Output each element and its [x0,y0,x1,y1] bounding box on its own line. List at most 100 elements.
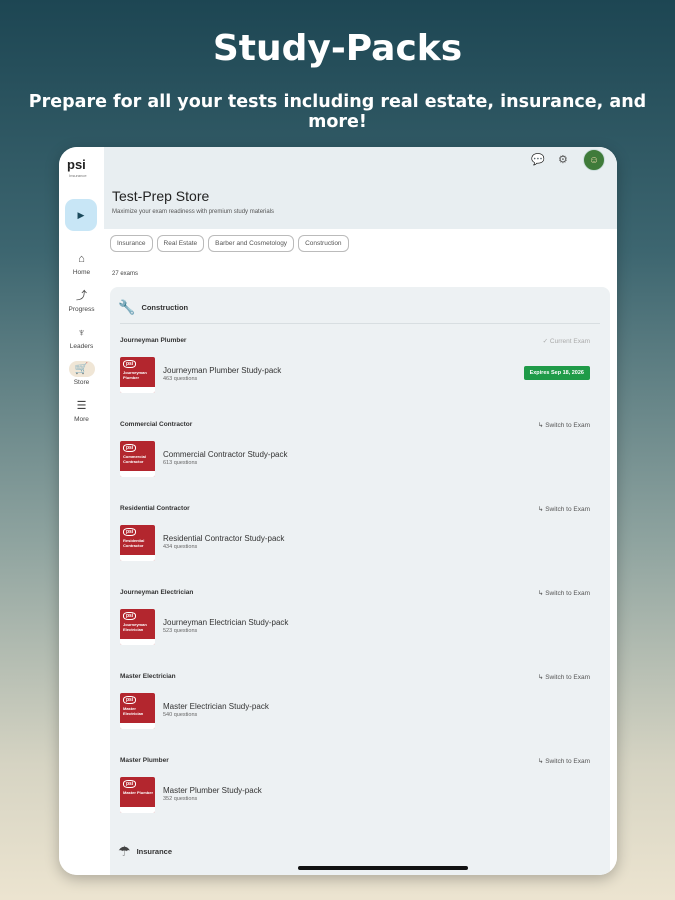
nav-progress[interactable]: ⤴ Progress [59,288,104,313]
exam-name: Master Electrician [120,673,176,680]
main-content: 💬 ⚙ ☺ Test-Prep Store Maximize your exam… [104,147,617,875]
switch-to-exam-button[interactable]: ↳ Switch to Exam [538,421,590,429]
nav-home[interactable]: ⌂ Home [59,251,104,276]
category-label: Construction [141,303,189,312]
umbrella-icon: ☂ [118,843,131,859]
switch-label: Switch to Exam [545,758,590,765]
thumb-bar [120,555,155,561]
thumb-logo: psi [123,444,137,452]
nav-store-label: Store [73,379,90,386]
exam-name: Commercial Contractor [120,421,193,428]
thumb-bar [120,387,155,393]
switch-label: Switch to Exam [545,590,590,597]
logo-subtext: Insurance [69,173,87,178]
category-construction[interactable]: 🔧 Construction [118,299,188,316]
nav-leaders[interactable]: ♆ Leaders [59,325,104,350]
current-exam-text: Current Exam [549,338,590,345]
nav-store[interactable]: 🛒 Store [59,361,104,386]
thumb-title: Commercial Contractor [123,454,146,464]
study-pack-thumbnail[interactable]: psi Journeyman Electrician [120,609,155,645]
pack-questions: 352 questions [163,796,198,802]
expiry-badge: Expires Sep 18, 2026 [523,366,590,380]
list-item: Journeyman Electrician ↳ Switch to Exam … [120,589,600,673]
study-pack-thumbnail[interactable]: psi Residential Contractor [120,525,155,561]
exam-count: 27 exams [112,271,139,277]
gear-icon[interactable]: ⚙ [558,153,568,166]
psi-logo: psi Insurance [67,157,87,178]
thumb-bar [120,639,155,645]
nav-leaders-label: Leaders [69,343,94,350]
chip-barber-cosmetology[interactable]: Barber and Cosmetology [208,235,295,252]
page-subtitle: Maximize your exam readiness with premiu… [112,209,275,215]
switch-to-exam-button[interactable]: ↳ Switch to Exam [538,673,590,681]
exam-name: Journeyman Electrician [120,589,194,596]
pack-title[interactable]: Journeyman Plumber Study-pack [163,366,281,375]
thumb-title: Journeyman Plumber [123,370,147,380]
study-pack-thumbnail[interactable]: psi Master Electrician [120,693,155,729]
thumb-title: Journeyman Electrician [123,622,147,632]
leaders-icon: ♆ [77,327,86,339]
chip-real-estate[interactable]: Real Estate [156,235,205,252]
pack-questions: 463 questions [163,376,198,382]
home-icon: ⌂ [78,253,85,265]
switch-to-exam-button[interactable]: ↳ Switch to Exam [538,505,590,513]
nav-progress-label: Progress [68,306,95,313]
thumb-bar [120,807,155,813]
list-item: Master Plumber ↳ Switch to Exam psi Mast… [120,757,600,841]
list-item: Journeyman Plumber ✓ Current Exam psi Jo… [120,337,600,421]
thumb-title: Master Plumber [123,790,154,795]
list-item: Commercial Contractor ↳ Switch to Exam p… [120,421,600,505]
pack-questions: 540 questions [163,712,198,718]
play-button[interactable]: ▶ [65,199,97,231]
chat-icon[interactable]: 💬 [531,153,545,166]
exam-name: Master Plumber [120,757,169,764]
nav-more[interactable]: ☰ More [59,398,104,423]
play-icon: ▶ [77,209,85,220]
cart-icon: 🛒 [68,361,95,377]
thumb-logo: psi [123,696,137,704]
promo-title: Study-Packs [212,28,463,69]
current-exam-label: ✓ Current Exam [542,338,590,345]
study-pack-thumbnail[interactable]: psi Journeyman Plumber [120,357,155,393]
thumb-title: Master Electrician [123,706,144,716]
home-indicator[interactable] [298,866,468,870]
list-item: Residential Contractor ↳ Switch to Exam … [120,505,600,589]
switch-label: Switch to Exam [545,674,590,681]
nav-home-label: Home [72,269,91,276]
list-item: Master Electrician ↳ Switch to Exam psi … [120,673,600,757]
chip-construction[interactable]: Construction [298,235,349,252]
study-pack-thumbnail[interactable]: psi Master Plumber [120,777,155,813]
chip-insurance[interactable]: Insurance [110,235,153,252]
store-header: 💬 ⚙ ☺ Test-Prep Store Maximize your exam… [104,147,617,229]
pack-title[interactable]: Journeyman Electrician Study-pack [163,618,288,627]
avatar[interactable]: ☺ [583,149,605,171]
pack-title[interactable]: Master Plumber Study-pack [163,786,262,795]
pack-questions: 613 questions [163,460,198,466]
exam-name: Journeyman Plumber [120,337,187,344]
thumb-bar [120,471,155,477]
thumb-logo: psi [123,780,137,788]
sidebar: psi Insurance ▶ ⌂ Home ⤴ Progress ♆ Lead… [59,147,105,875]
switch-to-exam-button[interactable]: ↳ Switch to Exam [538,757,590,765]
thumb-bar [120,723,155,729]
logo-text: psi [67,157,86,172]
switch-to-exam-button[interactable]: ↳ Switch to Exam [538,589,590,597]
pack-title[interactable]: Residential Contractor Study-pack [163,534,284,543]
exam-name: Residential Contractor [120,505,190,512]
promo-subtitle: Prepare for all your tests including rea… [28,92,647,132]
thumb-logo: psi [123,528,137,536]
tablet-screen: psi Insurance ▶ ⌂ Home ⤴ Progress ♆ Lead… [59,147,617,875]
category-insurance[interactable]: ☂ Insurance [118,843,172,860]
menu-icon: ☰ [76,400,87,412]
thumb-logo: psi [123,360,137,368]
divider [120,323,600,324]
pack-title[interactable]: Commercial Contractor Study-pack [163,450,287,459]
thumb-title: Residential Contractor [123,538,145,548]
study-pack-thumbnail[interactable]: psi Commercial Contractor [120,441,155,477]
category-label: Insurance [136,847,172,856]
pack-title[interactable]: Master Electrician Study-pack [163,702,269,711]
filter-chips: Insurance Real Estate Barber and Cosmeto… [110,235,349,252]
nav-more-label: More [74,416,89,423]
thumb-logo: psi [123,612,137,620]
progress-icon: ⤴ [76,290,87,302]
